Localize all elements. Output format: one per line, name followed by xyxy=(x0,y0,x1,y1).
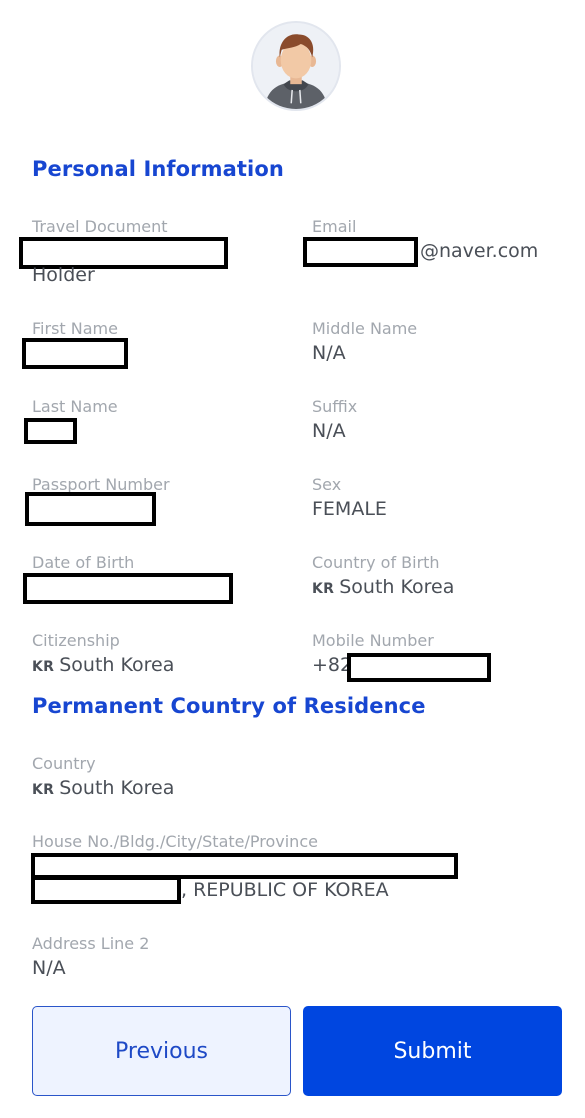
redacted-date-of-birth xyxy=(23,573,233,604)
country-name: South Korea xyxy=(339,576,455,598)
submit-button[interactable]: Submit xyxy=(303,1006,562,1096)
citizenship-value: KR South Korea xyxy=(32,654,174,676)
country-of-birth-value: KR South Korea xyxy=(312,576,454,598)
travel-document-label: Travel Document xyxy=(32,217,168,236)
email-label: Email xyxy=(312,217,357,236)
redacted-last-name xyxy=(24,418,77,444)
address-line1-label: House No./Bldg./City/State/Province xyxy=(32,832,318,851)
redacted-address-line1-cont xyxy=(31,876,181,904)
citizenship-label: Citizenship xyxy=(32,631,120,650)
last-name-label: Last Name xyxy=(32,397,118,416)
country-code-badge: KR xyxy=(32,782,55,798)
travel-document-value: Holder xyxy=(32,264,95,286)
mobile-number-label: Mobile Number xyxy=(312,631,434,650)
country-code-badge: KR xyxy=(32,659,55,675)
redacted-mobile-number xyxy=(347,653,491,682)
country-code-badge: KR xyxy=(312,581,335,597)
sex-label: Sex xyxy=(312,475,342,494)
section-title-residence: Permanent Country of Residence xyxy=(32,694,426,718)
address-line2-label: Address Line 2 xyxy=(32,934,150,953)
country-name: South Korea xyxy=(59,654,175,676)
user-avatar-icon xyxy=(251,21,341,111)
date-of-birth-label: Date of Birth xyxy=(32,553,135,572)
redacted-email-user xyxy=(303,237,418,267)
previous-button[interactable]: Previous xyxy=(32,1006,291,1096)
country-value: KR South Korea xyxy=(32,777,174,799)
sex-value: FEMALE xyxy=(312,498,387,520)
suffix-value: N/A xyxy=(312,420,346,442)
suffix-label: Suffix xyxy=(312,397,358,416)
address-line2-value: N/A xyxy=(32,957,66,979)
address-line1-country: , REPUBLIC OF KOREA xyxy=(181,879,389,901)
country-name: South Korea xyxy=(59,777,175,799)
first-name-label: First Name xyxy=(32,319,118,338)
redacted-passport-number xyxy=(25,492,156,526)
middle-name-value: N/A xyxy=(312,342,346,364)
country-of-birth-label: Country of Birth xyxy=(312,553,440,572)
country-label: Country xyxy=(32,754,96,773)
email-value: @naver.com xyxy=(420,240,539,262)
redacted-first-name xyxy=(22,338,128,369)
middle-name-label: Middle Name xyxy=(312,319,418,338)
section-title-personal: Personal Information xyxy=(32,157,284,181)
